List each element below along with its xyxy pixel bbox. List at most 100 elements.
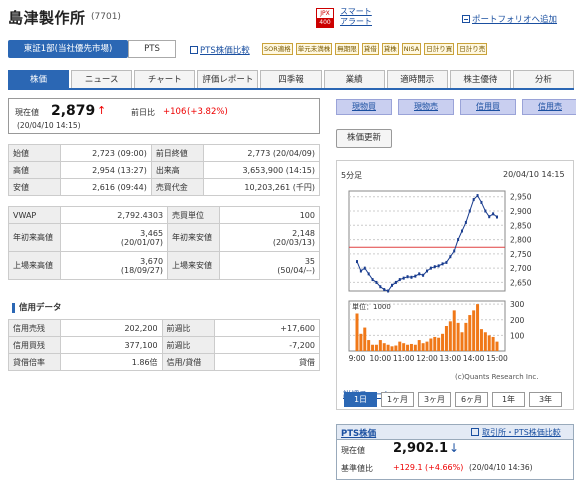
tse-market-button[interactable]: 東証1部(当社優先市場) — [8, 40, 128, 58]
high-value: 2,954 (13:27) — [60, 161, 152, 179]
price-tick-label: 2,950 — [510, 193, 532, 202]
cash-sell-button[interactable]: 現物売 — [398, 99, 454, 115]
table-row: 高値 2,954 (13:27) 出来高 3,653,900 (14:15) — [8, 161, 321, 179]
cash-buy-button[interactable]: 現物買 — [336, 99, 392, 115]
period-3m-button[interactable]: 3ヶ月 — [418, 392, 451, 407]
add-portfolio-label[interactable]: ポートフォリオへ追加 — [472, 15, 557, 25]
unit-label: 売買単位 — [167, 206, 221, 224]
volume-bar — [433, 336, 437, 351]
volume-unit-label: 単位：1000 — [352, 302, 391, 311]
table-row: 始値 2,723 (09:00) 前日終値 2,773 (20/04/09) — [8, 144, 321, 162]
price-change: +106 — [163, 107, 187, 117]
pts-title-link[interactable]: PTS株価 — [341, 427, 376, 439]
price-point — [461, 229, 463, 233]
margin-sell-button[interactable]: 信用売 — [522, 99, 576, 115]
list-high-value: 3,670 (18/09/27) — [59, 251, 169, 280]
table-row: 安値 2,616 (09:44) 売買代金 10,203,261 (千円) — [8, 178, 321, 196]
volume-bar — [371, 344, 375, 351]
pts-compare-label[interactable]: PTS株価比較 — [200, 46, 250, 56]
refresh-price-button[interactable]: 株価更新 — [336, 129, 392, 148]
add-portfolio-link[interactable]: ポートフォリオへ追加 — [462, 13, 557, 25]
price-point — [484, 209, 487, 213]
tab-disclosure[interactable]: 適時開示 — [386, 70, 448, 88]
open-label: 始値 — [8, 144, 61, 162]
long-balance-value: 377,100 — [60, 336, 163, 354]
volume-bar — [363, 327, 367, 351]
period-1m-button[interactable]: 1ヶ月 — [381, 392, 414, 407]
short-balance-value: 202,200 — [60, 319, 163, 337]
turnover-label: 売買代金 — [150, 178, 204, 196]
unit-value: 100 — [219, 206, 320, 224]
tab-earnings[interactable]: 業績 — [323, 70, 385, 88]
price-point — [445, 260, 448, 264]
current-price-box: 現在値 2,879 ↑ (20/04/10 14:15) 前日比 +106 (+… — [8, 98, 320, 134]
tab-news[interactable]: ニュース — [71, 70, 133, 88]
volume-bar — [367, 340, 371, 351]
volume-label: 出来高 — [150, 161, 204, 179]
pts-header: PTS株価 取引所・PTS株価比較 — [337, 425, 573, 440]
price-point — [391, 283, 393, 287]
tab-chart[interactable]: チャート — [134, 70, 196, 88]
volume-bar — [444, 326, 448, 351]
ytd-low-value: 2,148 (20/03/13) — [219, 223, 320, 252]
price-point — [394, 280, 397, 284]
tab-report[interactable]: 評価レポート — [197, 70, 259, 88]
price-tick-label: 2,700 — [510, 264, 532, 273]
tab-analysis[interactable]: 分析 — [512, 70, 574, 88]
price-point — [496, 215, 498, 219]
credit-type-label: 信用/貸借 — [161, 353, 215, 371]
price-point — [429, 266, 432, 270]
period-1y-button[interactable]: 1年 — [492, 392, 525, 407]
smart-alert-link[interactable]: スマート アラート — [340, 7, 372, 27]
pts-compare-link[interactable]: 取引所・PTS株価比較 — [482, 427, 561, 438]
price-point — [453, 249, 456, 253]
price-point — [356, 260, 358, 264]
period-1d-button[interactable]: 1日 — [344, 392, 377, 407]
volume-bar — [429, 338, 433, 351]
prev-close-value: 2,773 (20/04/09) — [202, 144, 321, 162]
pts-change: +129.1 — [393, 463, 423, 472]
table-row: 上場来高値 3,670 (18/09/27) 上場来安値 35 (50/04/--) — [8, 251, 320, 280]
table-row: 信用売残 202,200 前週比 +17,600 — [8, 319, 321, 337]
tab-benefits[interactable]: 株主優待 — [449, 70, 511, 88]
price-point — [375, 280, 378, 284]
low-label: 安値 — [8, 178, 61, 196]
volume-bar — [495, 341, 499, 351]
volume-bar — [409, 343, 413, 351]
vwap-label: VWAP — [8, 206, 61, 224]
trade-buttons: 現物買 現物売 信用買 信用売 — [336, 99, 576, 115]
pts-compare-link[interactable]: PTS株価比較 — [190, 44, 250, 56]
time-tick-label: 9:00 — [349, 354, 366, 363]
pts-market-button[interactable]: PTS — [128, 40, 176, 58]
price-point — [480, 200, 483, 204]
margin-table: 信用売残 202,200 前週比 +17,600 信用買残 377,100 前週… — [8, 319, 321, 371]
price-point — [387, 289, 390, 293]
price-point — [422, 273, 425, 277]
smart-alert-line1[interactable]: スマート — [340, 7, 372, 17]
time-tick-label: 13:00 — [440, 354, 462, 363]
pts-timestamp: (20/04/10 14:36) — [469, 463, 533, 472]
margin-buy-button[interactable]: 信用買 — [460, 99, 516, 115]
price-plot-frame — [348, 190, 506, 292]
current-price-label: 現在値 — [15, 108, 39, 117]
jpx-400-logo: JPX 400 — [316, 8, 334, 28]
smart-alert-line2[interactable]: アラート — [340, 17, 372, 27]
open-value: 2,723 (09:00) — [60, 144, 152, 162]
time-tick-label: 11:00 — [393, 354, 415, 363]
period-3y-button[interactable]: 3年 — [529, 392, 562, 407]
jpx-label: JPX — [317, 9, 333, 18]
current-price: 2,879 — [51, 103, 96, 119]
volume-bar — [479, 329, 483, 351]
period-6m-button[interactable]: 6ヶ月 — [455, 392, 488, 407]
volume-bar — [437, 337, 441, 351]
tab-price[interactable]: 株価 — [8, 70, 70, 88]
price-point — [363, 266, 366, 270]
badge-day-buy: 日計り買 — [424, 43, 455, 55]
short-wow-label: 前週比 — [161, 319, 215, 337]
table-row: 信用買残 377,100 前週比 -7,200 — [8, 336, 321, 354]
price-up-arrow-icon: ↑ — [97, 104, 107, 117]
volume-bar — [386, 344, 390, 351]
volume-bar — [378, 340, 382, 351]
price-point — [437, 264, 440, 268]
tab-shikiho[interactable]: 四季報 — [260, 70, 322, 88]
